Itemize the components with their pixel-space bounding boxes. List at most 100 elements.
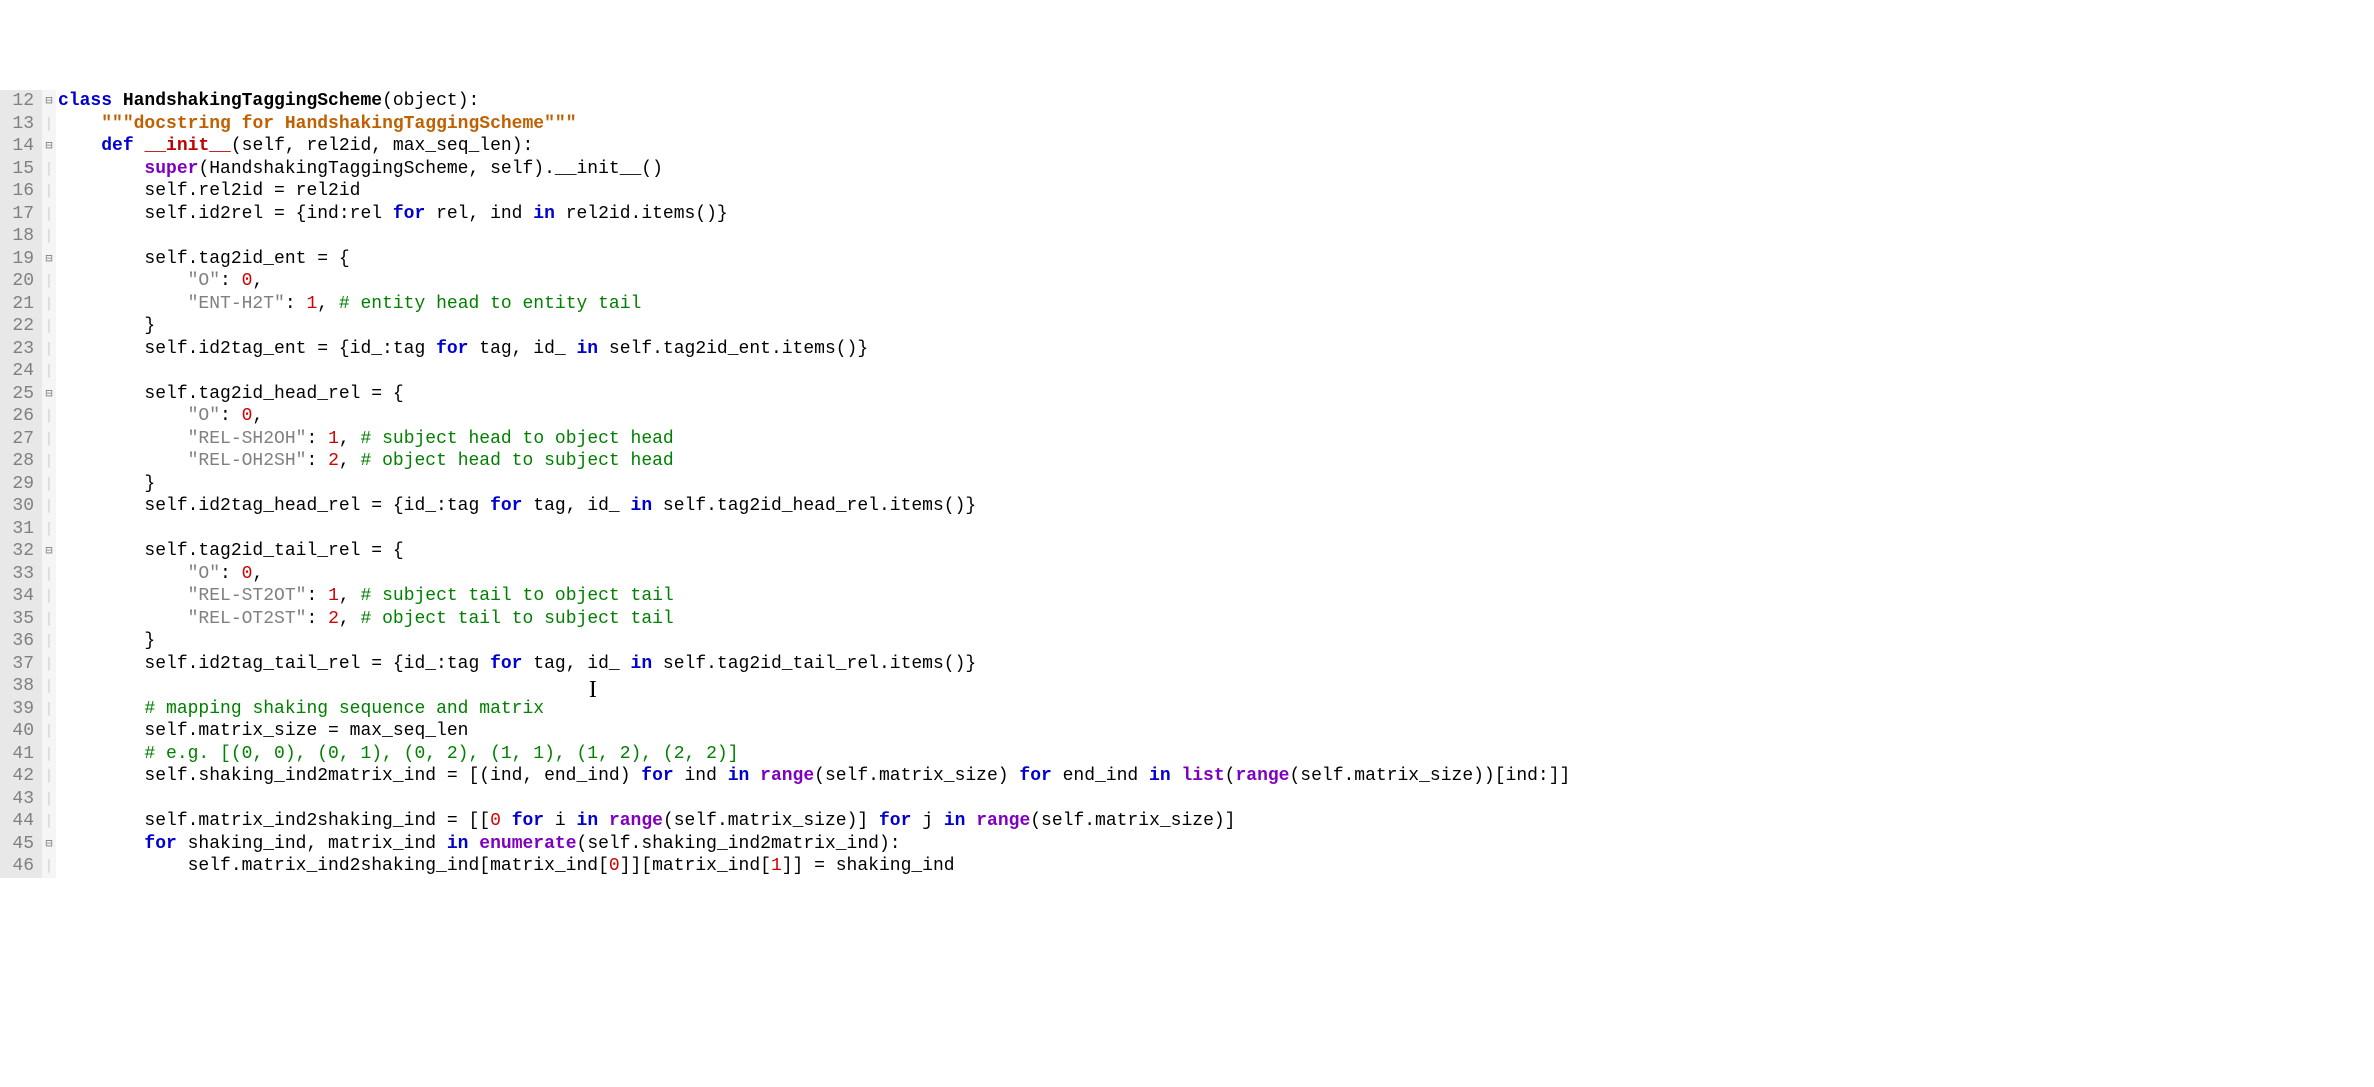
line-number[interactable]: 32 [4, 540, 34, 563]
fold-marker[interactable]: ⊟ [42, 833, 56, 856]
code-line[interactable]: self.id2rel = {ind:rel for rel, ind in r… [58, 203, 2374, 226]
line-number[interactable]: 41 [4, 743, 34, 766]
fold-marker[interactable]: │ [42, 720, 56, 743]
line-number[interactable]: 36 [4, 630, 34, 653]
fold-marker[interactable]: ⊟ [42, 383, 56, 406]
line-number[interactable]: 22 [4, 315, 34, 338]
line-number[interactable]: 24 [4, 360, 34, 383]
code-line[interactable]: } [58, 315, 2374, 338]
line-number[interactable]: 21 [4, 293, 34, 316]
fold-marker[interactable]: ⊟ [42, 90, 56, 113]
code-area[interactable]: class HandshakingTaggingScheme(object): … [56, 90, 2374, 878]
line-number[interactable]: 13 [4, 113, 34, 136]
line-number[interactable]: 18 [4, 225, 34, 248]
fold-marker[interactable]: │ [42, 698, 56, 721]
code-line[interactable]: super(HandshakingTaggingScheme, self).__… [58, 158, 2374, 181]
code-line[interactable]: } [58, 630, 2374, 653]
fold-marker[interactable]: │ [42, 855, 56, 878]
code-line[interactable]: "ENT-H2T": 1, # entity head to entity ta… [58, 293, 2374, 316]
fold-marker[interactable]: │ [42, 113, 56, 136]
line-number[interactable]: 34 [4, 585, 34, 608]
code-line[interactable] [58, 788, 2374, 811]
code-line[interactable] [58, 225, 2374, 248]
fold-marker[interactable]: │ [42, 180, 56, 203]
line-number[interactable]: 42 [4, 765, 34, 788]
code-line[interactable]: self.id2tag_head_rel = {id_:tag for tag,… [58, 495, 2374, 518]
fold-marker[interactable]: │ [42, 788, 56, 811]
fold-marker[interactable]: ⊟ [42, 540, 56, 563]
fold-marker[interactable]: │ [42, 225, 56, 248]
code-editor[interactable]: 1213141516171819202122232425262728293031… [0, 90, 2374, 878]
fold-marker[interactable]: │ [42, 518, 56, 541]
fold-marker[interactable]: │ [42, 630, 56, 653]
fold-marker[interactable]: │ [42, 495, 56, 518]
code-line[interactable]: self.matrix_ind2shaking_ind = [[0 for i … [58, 810, 2374, 833]
line-number[interactable]: 28 [4, 450, 34, 473]
code-line[interactable]: "REL-SH2OH": 1, # subject head to object… [58, 428, 2374, 451]
line-number[interactable]: 38 [4, 675, 34, 698]
code-line[interactable] [58, 360, 2374, 383]
fold-marker[interactable]: │ [42, 810, 56, 833]
fold-marker[interactable]: │ [42, 338, 56, 361]
line-number[interactable]: 35 [4, 608, 34, 631]
code-line[interactable]: self.id2tag_tail_rel = {id_:tag for tag,… [58, 653, 2374, 676]
fold-marker[interactable]: │ [42, 743, 56, 766]
code-line[interactable]: self.tag2id_tail_rel = { [58, 540, 2374, 563]
line-number[interactable]: 17 [4, 203, 34, 226]
line-number[interactable]: 37 [4, 653, 34, 676]
fold-marker[interactable]: │ [42, 675, 56, 698]
fold-marker[interactable]: │ [42, 203, 56, 226]
fold-marker[interactable]: │ [42, 428, 56, 451]
fold-marker[interactable]: │ [42, 563, 56, 586]
line-number[interactable]: 12 [4, 90, 34, 113]
code-line[interactable]: """docstring for HandshakingTaggingSchem… [58, 113, 2374, 136]
code-line[interactable]: self.matrix_size = max_seq_len [58, 720, 2374, 743]
line-number[interactable]: 45 [4, 833, 34, 856]
code-line[interactable]: I [58, 675, 2374, 698]
code-line[interactable] [58, 518, 2374, 541]
line-number[interactable]: 15 [4, 158, 34, 181]
fold-marker[interactable]: ⊟ [42, 135, 56, 158]
line-number[interactable]: 20 [4, 270, 34, 293]
line-number[interactable]: 30 [4, 495, 34, 518]
code-line[interactable]: "REL-ST2OT": 1, # subject tail to object… [58, 585, 2374, 608]
line-number[interactable]: 26 [4, 405, 34, 428]
fold-marker[interactable]: │ [42, 473, 56, 496]
fold-marker[interactable]: │ [42, 270, 56, 293]
code-line[interactable]: self.rel2id = rel2id [58, 180, 2374, 203]
code-line[interactable]: "REL-OH2SH": 2, # object head to subject… [58, 450, 2374, 473]
code-line[interactable]: self.tag2id_head_rel = { [58, 383, 2374, 406]
line-number[interactable]: 29 [4, 473, 34, 496]
code-line[interactable]: class HandshakingTaggingScheme(object): [58, 90, 2374, 113]
line-number-gutter[interactable]: 1213141516171819202122232425262728293031… [0, 90, 42, 878]
line-number[interactable]: 25 [4, 383, 34, 406]
code-line[interactable]: # e.g. [(0, 0), (0, 1), (0, 2), (1, 1), … [58, 743, 2374, 766]
code-line[interactable]: self.shaking_ind2matrix_ind = [(ind, end… [58, 765, 2374, 788]
code-line[interactable]: for shaking_ind, matrix_ind in enumerate… [58, 833, 2374, 856]
code-line[interactable]: "O": 0, [58, 563, 2374, 586]
line-number[interactable]: 43 [4, 788, 34, 811]
fold-marker[interactable]: │ [42, 765, 56, 788]
fold-marker[interactable]: │ [42, 450, 56, 473]
fold-marker[interactable]: │ [42, 653, 56, 676]
line-number[interactable]: 39 [4, 698, 34, 721]
line-number[interactable]: 33 [4, 563, 34, 586]
fold-marker[interactable]: │ [42, 405, 56, 428]
line-number[interactable]: 14 [4, 135, 34, 158]
line-number[interactable]: 31 [4, 518, 34, 541]
code-line[interactable]: self.id2tag_ent = {id_:tag for tag, id_ … [58, 338, 2374, 361]
code-line[interactable]: self.matrix_ind2shaking_ind[matrix_ind[0… [58, 855, 2374, 878]
code-line[interactable]: self.tag2id_ent = { [58, 248, 2374, 271]
code-line[interactable]: "O": 0, [58, 270, 2374, 293]
fold-marker[interactable]: │ [42, 158, 56, 181]
line-number[interactable]: 46 [4, 855, 34, 878]
fold-marker[interactable]: │ [42, 293, 56, 316]
fold-marker[interactable]: │ [42, 608, 56, 631]
line-number[interactable]: 19 [4, 248, 34, 271]
fold-marker[interactable]: ⊟ [42, 248, 56, 271]
fold-column[interactable]: ⊟│⊟││││⊟│││││⊟││││││⊟││││││││││││⊟│ [42, 90, 56, 878]
line-number[interactable]: 16 [4, 180, 34, 203]
code-line[interactable]: # mapping shaking sequence and matrix [58, 698, 2374, 721]
code-line[interactable]: "O": 0, [58, 405, 2374, 428]
code-line[interactable]: "REL-OT2ST": 2, # object tail to subject… [58, 608, 2374, 631]
